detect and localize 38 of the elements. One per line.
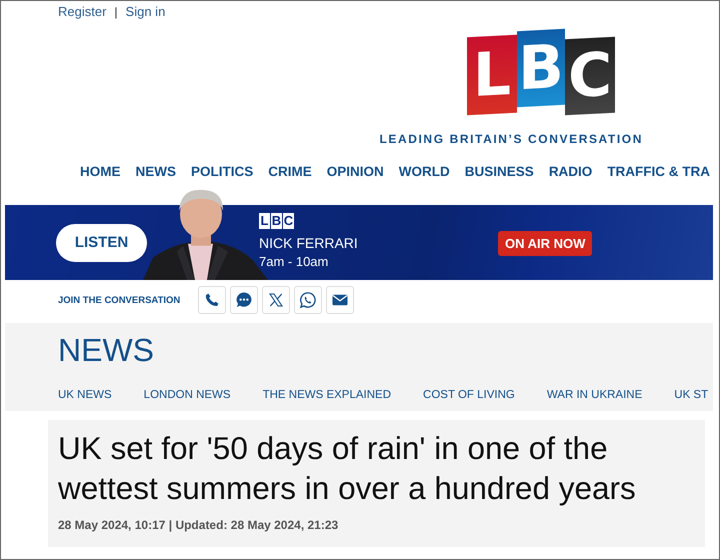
subnav-link[interactable]: COST OF LIVING [423,389,515,401]
publish-date: 28 May 2024, 10:17 | Updated: 28 May 2024, 21:23 [58,518,340,532]
nav-link[interactable]: OPINION [326,161,384,185]
nav-link[interactable]: RADIO [548,161,592,185]
nav-link[interactable]: CRIME [268,161,312,185]
x-button[interactable] [262,286,290,314]
chat-bubble-button[interactable] [230,286,258,314]
nav-link[interactable]: TRAFFIC & TRA [607,161,710,185]
subnav-link[interactable]: LONDON NEWS [144,389,231,401]
logo[interactable]: L BC [467,30,615,116]
station-logo: L B C [259,213,295,230]
phone-bubble-icon [299,291,318,309]
on-air-badge: ON AIR NOW [498,231,592,256]
tagline: LEADING BRITAIN’S CONVERSATION [379,132,643,146]
listen-button[interactable]: LISTEN [56,224,147,262]
envelope-button[interactable] [326,286,354,314]
show-time: 7am - 10am [259,254,330,269]
x-icon [268,292,284,308]
separator: | [114,5,118,19]
headline: UK set for '50 days of rain' in one of the wettest summers in over a hundred years [58,429,637,508]
join-label: JOIN THE CONVERSATION [58,294,180,306]
subnav-link[interactable]: WAR IN UKRAINE [546,389,642,401]
subnav-link[interactable]: UK NEWS [58,389,112,401]
register-link[interactable]: Register [58,5,106,19]
nav-link[interactable]: WORLD [398,161,450,185]
nav-link[interactable]: HOME [80,161,120,185]
sign-in-link[interactable]: Sign in [126,5,166,19]
nav-link[interactable]: NEWS [136,161,176,185]
phone-bubble-button[interactable] [294,286,322,314]
nav-link[interactable]: POLITICS [191,161,254,185]
phone-button[interactable] [198,286,226,314]
section-title: NEWS [58,331,155,370]
subnav-link[interactable]: UK ST [674,389,708,401]
nav-link[interactable]: BUSINESS [464,161,534,185]
presenter-name: NICK FERRARI [259,235,358,251]
chat-bubble-icon [235,291,254,309]
subnav-link[interactable]: THE NEWS EXPLAINED [262,389,392,401]
phone-icon [204,292,220,308]
